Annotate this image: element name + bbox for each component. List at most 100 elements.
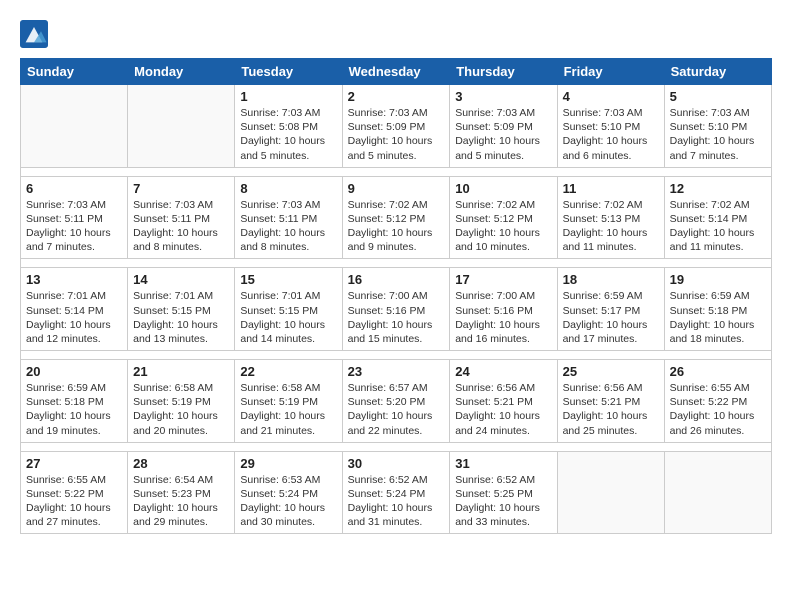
calendar-cell: 6 Sunrise: 7:03 AM Sunset: 5:11 PM Daylig… [21,176,128,259]
week-separator [21,259,772,268]
day-number: 31 [455,456,551,471]
day-info: Sunrise: 6:55 AM Sunset: 5:22 PM Dayligh… [26,473,122,530]
day-info: Sunrise: 7:02 AM Sunset: 5:13 PM Dayligh… [563,198,659,255]
calendar-cell: 9 Sunrise: 7:02 AM Sunset: 5:12 PM Daylig… [342,176,450,259]
calendar-cell: 22Sunrise: 6:58 AM Sunset: 5:19 PM Dayli… [235,360,342,443]
calendar-cell: 4 Sunrise: 7:03 AM Sunset: 5:10 PM Daylig… [557,85,664,168]
day-header-friday: Friday [557,59,664,85]
calendar-cell: 10Sunrise: 7:02 AM Sunset: 5:12 PM Dayli… [450,176,557,259]
day-info: Sunrise: 6:55 AM Sunset: 5:22 PM Dayligh… [670,381,766,438]
calendar-cell: 26 Sunrise: 6:55 AM Sunset: 5:22 PM Dayli… [664,360,771,443]
day-number: 28 [133,456,229,471]
day-info: Sunrise: 6:58 AM Sunset: 5:19 PM Dayligh… [133,381,229,438]
day-number: 23 [348,364,445,379]
day-header-monday: Monday [128,59,235,85]
days-header-row: SundayMondayTuesdayWednesdayThursdayFrid… [21,59,772,85]
calendar-cell: 30 Sunrise: 6:52 AM Sunset: 5:24 PM Dayli… [342,451,450,534]
day-number: 11 [563,181,659,196]
day-info: Sunrise: 6:57 AM Sunset: 5:20 PM Dayligh… [348,381,445,438]
day-number: 24 [455,364,551,379]
day-header-sunday: Sunday [21,59,128,85]
calendar-cell: 13 Sunrise: 7:01 AM Sunset: 5:14 PM Dayli… [21,268,128,351]
day-number: 9 [348,181,445,196]
day-number: 26 [670,364,766,379]
day-info: Sunrise: 7:03 AM Sunset: 5:10 PM Dayligh… [563,106,659,163]
day-header-tuesday: Tuesday [235,59,342,85]
day-info: Sunrise: 6:52 AM Sunset: 5:24 PM Dayligh… [348,473,445,530]
calendar-cell: 29 Sunrise: 6:53 AM Sunset: 5:24 PM Dayli… [235,451,342,534]
week-row-2: 6 Sunrise: 7:03 AM Sunset: 5:11 PM Daylig… [21,176,772,259]
calendar-cell: 16 Sunrise: 7:00 AM Sunset: 5:16 PM Dayli… [342,268,450,351]
day-number: 12 [670,181,766,196]
day-header-wednesday: Wednesday [342,59,450,85]
day-info: Sunrise: 7:01 AM Sunset: 5:15 PM Dayligh… [240,289,336,346]
day-info: Sunrise: 6:56 AM Sunset: 5:21 PM Dayligh… [563,381,659,438]
day-number: 1 [240,89,336,104]
day-number: 6 [26,181,122,196]
day-number: 4 [563,89,659,104]
day-info: Sunrise: 7:00 AM Sunset: 5:16 PM Dayligh… [455,289,551,346]
day-number: 5 [670,89,766,104]
calendar-cell: 2Sunrise: 7:03 AM Sunset: 5:09 PM Daylig… [342,85,450,168]
day-info: Sunrise: 7:03 AM Sunset: 5:09 PM Dayligh… [455,106,551,163]
calendar-cell: 5Sunrise: 7:03 AM Sunset: 5:10 PM Daylig… [664,85,771,168]
calendar-cell: 18Sunrise: 6:59 AM Sunset: 5:17 PM Dayli… [557,268,664,351]
calendar-cell [664,451,771,534]
day-number: 20 [26,364,122,379]
day-number: 27 [26,456,122,471]
calendar-cell: 1 Sunrise: 7:03 AM Sunset: 5:08 PM Daylig… [235,85,342,168]
week-row-4: 20Sunrise: 6:59 AM Sunset: 5:18 PM Dayli… [21,360,772,443]
day-info: Sunrise: 7:01 AM Sunset: 5:14 PM Dayligh… [26,289,122,346]
day-info: Sunrise: 7:03 AM Sunset: 5:08 PM Dayligh… [240,106,336,163]
calendar-cell: 15Sunrise: 7:01 AM Sunset: 5:15 PM Dayli… [235,268,342,351]
week-row-5: 27 Sunrise: 6:55 AM Sunset: 5:22 PM Dayli… [21,451,772,534]
week-row-1: 1 Sunrise: 7:03 AM Sunset: 5:08 PM Daylig… [21,85,772,168]
day-info: Sunrise: 6:58 AM Sunset: 5:19 PM Dayligh… [240,381,336,438]
calendar: SundayMondayTuesdayWednesdayThursdayFrid… [20,58,772,534]
page-header [20,20,772,48]
day-number: 29 [240,456,336,471]
day-number: 17 [455,272,551,287]
calendar-cell [128,85,235,168]
day-number: 21 [133,364,229,379]
day-number: 30 [348,456,445,471]
calendar-cell: 11 Sunrise: 7:02 AM Sunset: 5:13 PM Dayli… [557,176,664,259]
calendar-cell: 20Sunrise: 6:59 AM Sunset: 5:18 PM Dayli… [21,360,128,443]
day-number: 8 [240,181,336,196]
calendar-cell: 19Sunrise: 6:59 AM Sunset: 5:18 PM Dayli… [664,268,771,351]
day-number: 7 [133,181,229,196]
logo [20,20,52,48]
day-info: Sunrise: 6:52 AM Sunset: 5:25 PM Dayligh… [455,473,551,530]
day-number: 2 [348,89,445,104]
logo-icon [20,20,48,48]
day-info: Sunrise: 7:01 AM Sunset: 5:15 PM Dayligh… [133,289,229,346]
calendar-cell: 21 Sunrise: 6:58 AM Sunset: 5:19 PM Dayli… [128,360,235,443]
calendar-cell: 17 Sunrise: 7:00 AM Sunset: 5:16 PM Dayli… [450,268,557,351]
day-info: Sunrise: 7:02 AM Sunset: 5:12 PM Dayligh… [348,198,445,255]
week-row-3: 13 Sunrise: 7:01 AM Sunset: 5:14 PM Dayli… [21,268,772,351]
calendar-cell: 31 Sunrise: 6:52 AM Sunset: 5:25 PM Dayli… [450,451,557,534]
week-separator [21,442,772,451]
calendar-cell: 7Sunrise: 7:03 AM Sunset: 5:11 PM Daylig… [128,176,235,259]
day-number: 16 [348,272,445,287]
calendar-cell: 8Sunrise: 7:03 AM Sunset: 5:11 PM Daylig… [235,176,342,259]
calendar-cell: 3 Sunrise: 7:03 AM Sunset: 5:09 PM Daylig… [450,85,557,168]
calendar-cell [21,85,128,168]
day-info: Sunrise: 7:03 AM Sunset: 5:11 PM Dayligh… [26,198,122,255]
day-number: 19 [670,272,766,287]
day-number: 13 [26,272,122,287]
day-info: Sunrise: 6:54 AM Sunset: 5:23 PM Dayligh… [133,473,229,530]
day-info: Sunrise: 7:02 AM Sunset: 5:12 PM Dayligh… [455,198,551,255]
calendar-cell: 24 Sunrise: 6:56 AM Sunset: 5:21 PM Dayli… [450,360,557,443]
day-info: Sunrise: 7:02 AM Sunset: 5:14 PM Dayligh… [670,198,766,255]
day-number: 3 [455,89,551,104]
day-number: 14 [133,272,229,287]
day-info: Sunrise: 6:56 AM Sunset: 5:21 PM Dayligh… [455,381,551,438]
day-header-thursday: Thursday [450,59,557,85]
week-separator [21,351,772,360]
day-header-saturday: Saturday [664,59,771,85]
calendar-cell: 14 Sunrise: 7:01 AM Sunset: 5:15 PM Dayli… [128,268,235,351]
calendar-cell: 23 Sunrise: 6:57 AM Sunset: 5:20 PM Dayli… [342,360,450,443]
day-info: Sunrise: 7:00 AM Sunset: 5:16 PM Dayligh… [348,289,445,346]
day-info: Sunrise: 6:53 AM Sunset: 5:24 PM Dayligh… [240,473,336,530]
